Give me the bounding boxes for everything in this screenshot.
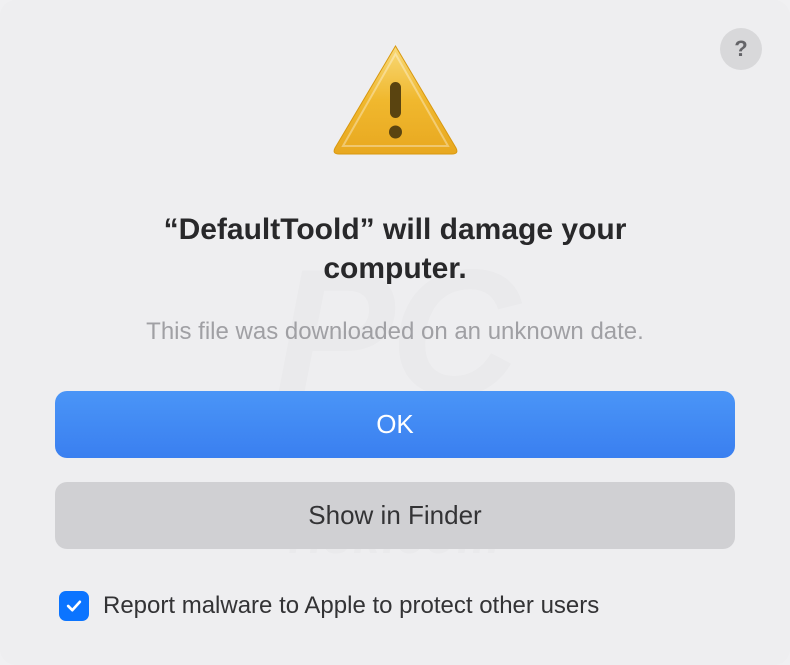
dialog-title: “DefaultToold” will damage your computer… <box>120 210 670 288</box>
report-malware-checkbox[interactable] <box>59 591 89 621</box>
help-icon: ? <box>734 36 747 62</box>
report-malware-row: Report malware to Apple to protect other… <box>55 591 599 621</box>
report-malware-label[interactable]: Report malware to Apple to protect other… <box>103 592 599 620</box>
warning-icon <box>328 40 463 165</box>
help-button[interactable]: ? <box>720 28 762 70</box>
alert-dialog: ? “DefaultToold” will damage your comput… <box>0 0 790 665</box>
dialog-subtitle: This file was downloaded on an unknown d… <box>146 318 644 346</box>
show-in-finder-button[interactable]: Show in Finder <box>55 482 735 549</box>
checkmark-icon <box>64 596 84 616</box>
ok-button[interactable]: OK <box>55 391 735 458</box>
